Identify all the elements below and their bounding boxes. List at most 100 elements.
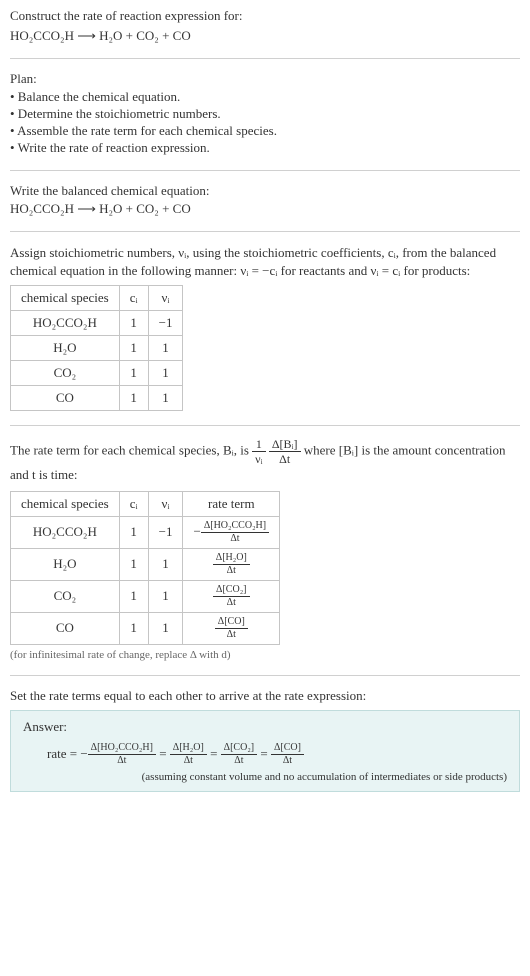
table-row: CO 1 1 Δ[CO] Δt — [11, 612, 280, 644]
table-cell: Δ[CO₂] Δt — [183, 580, 280, 612]
table-cell: H₂O — [11, 548, 120, 580]
table-cell: CO — [11, 386, 120, 411]
table-cell: 1 — [148, 580, 183, 612]
frac-den: Δt — [269, 452, 301, 465]
rateterm-text: The rate term for each chemical species,… — [10, 438, 520, 485]
rate-frac: Δ[CO₂] Δt — [213, 585, 249, 608]
eq-sign: = — [207, 746, 221, 761]
table-cell: Δ[CO] Δt — [183, 612, 280, 644]
question-section: Construct the rate of reaction expressio… — [10, 8, 520, 44]
table-header: νᵢ — [148, 286, 183, 311]
plan-section: Plan: • Balance the chemical equation. •… — [10, 71, 520, 156]
divider — [10, 58, 520, 59]
eq-sign: = — [156, 746, 170, 761]
table-cell: −1 — [148, 516, 183, 548]
table-cell: H₂O — [11, 336, 120, 361]
frac-num: Δ[H₂O] — [170, 743, 207, 755]
table-row: CO₂ 1 1 Δ[CO₂] Δt — [11, 580, 280, 612]
frac-num: Δ[Bᵢ] — [269, 438, 301, 452]
table-cell: 1 — [119, 336, 148, 361]
rateterm-table: chemical species cᵢ νᵢ rate term HO₂CCO₂… — [10, 491, 280, 645]
rateterm-frac2: Δ[Bᵢ] Δt — [269, 438, 301, 465]
table-cell: HO₂CCO₂H — [11, 516, 120, 548]
table-header: chemical species — [11, 286, 120, 311]
divider — [10, 231, 520, 232]
table-row: H₂O 1 1 Δ[H₂O] Δt — [11, 548, 280, 580]
rateterm-frac1: 1 νᵢ — [252, 438, 265, 465]
table-cell: 1 — [119, 516, 148, 548]
answer-prefix: rate = − — [47, 746, 88, 761]
table-cell: 1 — [119, 386, 148, 411]
table-header-row: chemical species cᵢ νᵢ — [11, 286, 183, 311]
eq-sign: = — [257, 746, 271, 761]
table-cell: −1 — [148, 311, 183, 336]
plan-item: • Write the rate of reaction expression. — [10, 140, 520, 156]
table-header: cᵢ — [119, 286, 148, 311]
table-header: chemical species — [11, 491, 120, 516]
table-cell: CO — [11, 612, 120, 644]
frac-den: Δt — [213, 565, 250, 576]
rate-prefix: − — [193, 523, 200, 538]
table-cell: 1 — [119, 548, 148, 580]
table-header: rate term — [183, 491, 280, 516]
stoich-table: chemical species cᵢ νᵢ HO₂CCO₂H 1 −1 H₂O… — [10, 285, 183, 411]
table-cell: Δ[H₂O] Δt — [183, 548, 280, 580]
stoich-section: Assign stoichiometric numbers, νᵢ, using… — [10, 244, 520, 411]
table-cell: 1 — [148, 548, 183, 580]
frac-den: Δt — [271, 755, 304, 766]
table-header: νᵢ — [148, 491, 183, 516]
rate-frac: Δ[H₂O] Δt — [213, 553, 250, 576]
frac-den: Δt — [215, 629, 248, 640]
balanced-section: Write the balanced chemical equation: HO… — [10, 183, 520, 217]
final-heading: Set the rate terms equal to each other t… — [10, 688, 520, 704]
frac-num: Δ[HO₂CCO₂H] — [201, 521, 269, 533]
table-cell: 1 — [148, 612, 183, 644]
plan-item: • Determine the stoichiometric numbers. — [10, 106, 520, 122]
table-row: H₂O 1 1 — [11, 336, 183, 361]
plan-item: • Balance the chemical equation. — [10, 89, 520, 105]
frac-den: Δt — [170, 755, 207, 766]
table-cell: CO₂ — [11, 580, 120, 612]
balanced-equation: HO₂CCO₂H ⟶ H₂O + CO₂ + CO — [10, 201, 520, 217]
question-prompt: Construct the rate of reaction expressio… — [10, 8, 520, 24]
rate-frac: Δ[CO] Δt — [215, 617, 248, 640]
plan-item: • Assemble the rate term for each chemic… — [10, 123, 520, 139]
rate-frac: Δ[HO₂CCO₂H] Δt — [201, 521, 269, 544]
frac-num: Δ[H₂O] — [213, 553, 250, 565]
frac-den: Δt — [221, 755, 257, 766]
table-cell: HO₂CCO₂H — [11, 311, 120, 336]
table-row: CO₂ 1 1 — [11, 361, 183, 386]
table-cell: 1 — [119, 361, 148, 386]
plan-heading: Plan: — [10, 71, 520, 87]
answer-heading: Answer: — [23, 719, 507, 735]
question-equation: HO₂CCO₂H ⟶ H₂O + CO₂ + CO — [10, 28, 520, 44]
table-header-row: chemical species cᵢ νᵢ rate term — [11, 491, 280, 516]
frac-den: Δt — [88, 755, 156, 766]
table-cell: 1 — [148, 386, 183, 411]
answer-frac: Δ[HO₂CCO₂H] Δt — [88, 743, 156, 766]
answer-frac: Δ[CO] Δt — [271, 743, 304, 766]
table-row: CO 1 1 — [11, 386, 183, 411]
rateterm-text-part1: The rate term for each chemical species,… — [10, 443, 252, 458]
table-cell: 1 — [119, 612, 148, 644]
answer-frac: Δ[H₂O] Δt — [170, 743, 207, 766]
divider — [10, 675, 520, 676]
frac-num: Δ[CO] — [271, 743, 304, 755]
frac-den: Δt — [213, 597, 249, 608]
frac-num: Δ[CO₂] — [213, 585, 249, 597]
rateterm-section: The rate term for each chemical species,… — [10, 438, 520, 661]
table-header: cᵢ — [119, 491, 148, 516]
table-cell: − Δ[HO₂CCO₂H] Δt — [183, 516, 280, 548]
table-row: HO₂CCO₂H 1 −1 − Δ[HO₂CCO₂H] Δt — [11, 516, 280, 548]
table-cell: 1 — [148, 361, 183, 386]
rateterm-note: (for infinitesimal rate of change, repla… — [10, 649, 520, 661]
answer-note: (assuming constant volume and no accumul… — [23, 771, 507, 783]
frac-num: 1 — [252, 438, 265, 452]
frac-num: Δ[HO₂CCO₂H] — [88, 743, 156, 755]
table-row: HO₂CCO₂H 1 −1 — [11, 311, 183, 336]
frac-den: νᵢ — [252, 452, 265, 465]
divider — [10, 170, 520, 171]
balanced-heading: Write the balanced chemical equation: — [10, 183, 520, 199]
divider — [10, 425, 520, 426]
table-cell: CO₂ — [11, 361, 120, 386]
